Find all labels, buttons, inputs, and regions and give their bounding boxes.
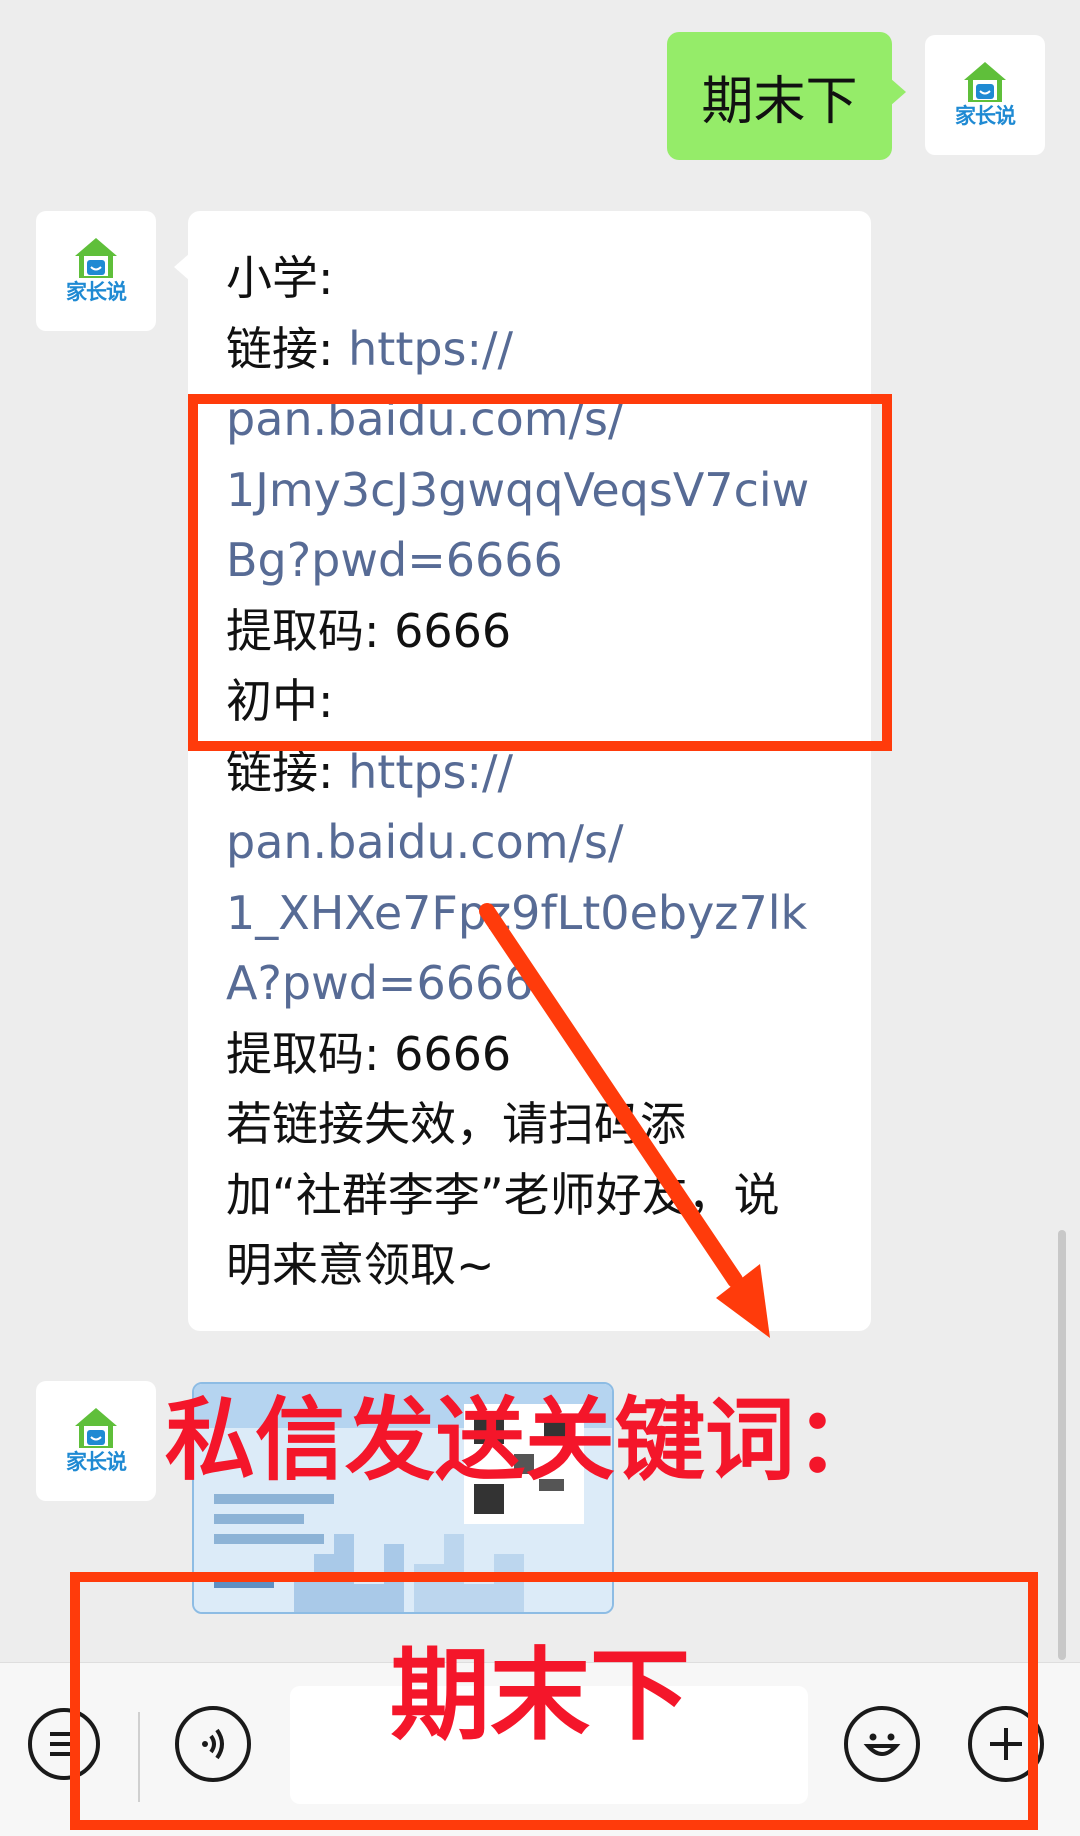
overlay-instruction: 私信发送关键词： xyxy=(165,1388,885,1493)
scrollbar[interactable] xyxy=(1058,1230,1066,1660)
overlay-keyword: 期末下 xyxy=(390,1637,690,1754)
annotation-arrow-icon xyxy=(479,903,770,1338)
